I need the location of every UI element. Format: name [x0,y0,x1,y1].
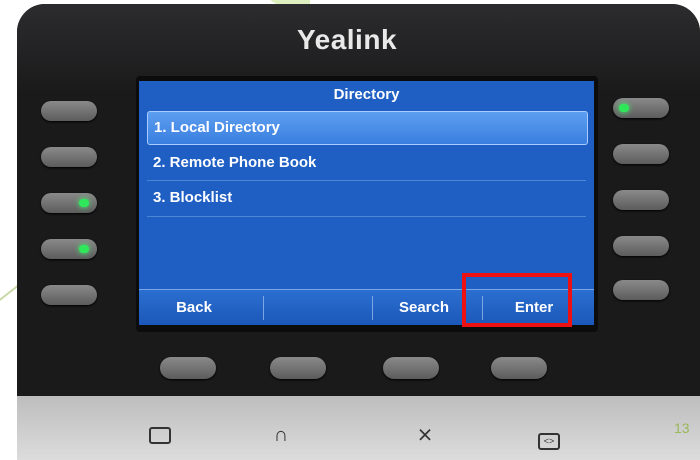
line-key-left-3[interactable] [41,193,97,213]
transfer-icon: <> [538,433,560,450]
headset-icon: ∩ [273,424,289,446]
divider [147,180,586,181]
led-indicator [79,199,89,207]
led-indicator [619,104,629,112]
menu-item-label: 3. Blocklist [153,189,233,206]
softkey-empty[interactable] [254,290,364,325]
line-key-right-1[interactable] [613,98,669,118]
headset-key[interactable]: ∩ [261,420,301,450]
menu-item-remote-phone-book[interactable]: 2. Remote Phone Book [147,147,586,179]
line-key-right-3[interactable] [613,190,669,210]
softkey-back[interactable]: Back [139,290,249,325]
slide-page-number: 13 [674,420,690,436]
mute-icon: ⨯ [416,424,434,446]
line-key-left-2[interactable] [41,147,97,167]
line-key-left-5[interactable] [41,285,97,305]
transfer-key[interactable]: <> [529,420,569,450]
screen-title: Directory [333,86,400,103]
menu-item-blocklist[interactable]: 3. Blocklist [147,182,586,214]
line-key-right-2[interactable] [613,144,669,164]
mute-key[interactable]: ⨯ [405,420,445,450]
brand-logo: Yealink [297,24,398,55]
function-key-strip [17,396,700,460]
enter-highlight-box [462,273,572,327]
led-indicator [79,245,89,253]
line-key-left-1[interactable] [41,101,97,121]
softkey-button-3[interactable] [383,357,439,379]
message-icon [149,427,171,444]
menu-item-local-directory[interactable]: 1. Local Directory [147,111,588,145]
message-key[interactable] [140,420,180,450]
menu-item-label: 1. Local Directory [154,119,280,136]
softkey-button-2[interactable] [270,357,326,379]
divider [147,216,586,217]
line-key-left-4[interactable] [41,239,97,259]
phone-body: Yealink Directory 1. Local Directory 2. … [17,4,700,460]
menu-item-label: 2. Remote Phone Book [153,154,317,171]
softkey-button-1[interactable] [160,357,216,379]
line-key-right-5[interactable] [613,280,669,300]
softkey-button-4[interactable] [491,357,547,379]
line-key-right-4[interactable] [613,236,669,256]
